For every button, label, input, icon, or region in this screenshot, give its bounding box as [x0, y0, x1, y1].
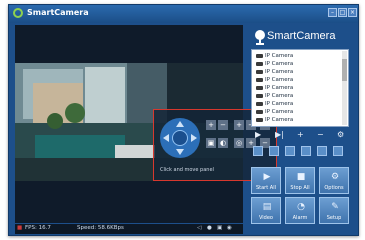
scrollbar-thumb[interactable]: [342, 59, 347, 81]
list-item[interactable]: IP Camera: [256, 116, 293, 124]
play-button[interactable]: ▶: [255, 130, 261, 139]
layout-6-button[interactable]: [285, 146, 295, 156]
minimize-button[interactable]: –: [328, 8, 337, 17]
video-icon: ▤: [262, 202, 272, 212]
direction-pad[interactable]: [160, 118, 200, 158]
patrol-icon[interactable]: ◐: [218, 138, 228, 148]
status-bar: ■ FPS: 16.7 Speed: 58.6KBps ◁ ● ▣ ◉: [15, 224, 243, 234]
options-button[interactable]: ⚙ Options: [319, 167, 349, 194]
arrow-right-icon[interactable]: [191, 134, 197, 142]
list-item[interactable]: IP Camera: [256, 100, 293, 108]
list-item[interactable]: IP Camera: [256, 52, 293, 60]
app-title: SmartCamera: [27, 8, 89, 17]
stop-all-button[interactable]: ■ Stop All: [285, 167, 315, 194]
list-item[interactable]: IP Camera: [256, 92, 293, 100]
alarm-button[interactable]: ◔ Alarm: [285, 197, 315, 224]
video-button[interactable]: ▤ Video: [251, 197, 281, 224]
app-logo-icon: [13, 8, 23, 18]
start-all-icon: ▶: [263, 172, 271, 182]
settings-icon[interactable]: ⚙: [337, 130, 344, 139]
scrollbar[interactable]: [342, 51, 347, 125]
ptz-center-button[interactable]: [172, 130, 188, 146]
alarm-icon: ◔: [297, 202, 305, 212]
camera-icon: [256, 109, 263, 114]
zoom-out-button[interactable]: −: [218, 120, 228, 130]
volume-icon[interactable]: ◁: [197, 225, 201, 231]
camera-list[interactable]: IP Camera IP Camera IP Camera IP Camera …: [251, 49, 349, 127]
layout-selector: [251, 146, 349, 158]
brand-name: SmartCamera: [267, 30, 336, 42]
ptz-hint-text: Click and move panel: [160, 167, 214, 173]
arrow-left-icon[interactable]: [163, 134, 169, 142]
app-window: SmartCamera – □ × + − + ▣ ◐ ◎ + − Click …: [8, 4, 359, 236]
snapshot-icon[interactable]: ▣: [217, 225, 222, 231]
right-panel: SmartCamera IP Camera IP Camera IP Camer…: [245, 23, 355, 233]
arrow-up-icon[interactable]: [176, 121, 184, 127]
layout-9-button[interactable]: [301, 146, 311, 156]
list-item[interactable]: IP Camera: [256, 84, 293, 92]
camera-icon: [256, 53, 263, 58]
camera-icon: [256, 85, 263, 90]
start-all-button[interactable]: ▶ Start All: [251, 167, 281, 194]
list-item[interactable]: IP Camera: [256, 76, 293, 84]
fps-readout: FPS: 16.7: [25, 225, 51, 231]
layout-16-button[interactable]: [317, 146, 327, 156]
arrow-down-icon[interactable]: [176, 149, 184, 155]
record-toggle-icon[interactable]: ●: [207, 225, 212, 231]
focus-in-button[interactable]: +: [234, 120, 244, 130]
title-bar: SmartCamera – □ ×: [9, 5, 358, 23]
list-item[interactable]: IP Camera: [256, 108, 293, 116]
camera-icon: [256, 61, 263, 66]
speed-readout: Speed: 58.6KBps: [77, 225, 124, 231]
options-icon: ⚙: [330, 172, 340, 182]
add-camera-button[interactable]: +: [297, 130, 304, 139]
camera-icon: [256, 93, 263, 98]
preset-icon[interactable]: ▣: [206, 138, 216, 148]
remove-camera-button[interactable]: −: [317, 130, 324, 139]
list-item[interactable]: IP Camera: [256, 68, 293, 76]
layout-1-button[interactable]: [253, 146, 263, 156]
camera-icon: [256, 69, 263, 74]
layout-4-button[interactable]: [269, 146, 279, 156]
video-view[interactable]: + − + − R ▣ ◐ ◎ + − Click and move panel: [15, 25, 277, 223]
speed-icon[interactable]: ◎: [234, 138, 244, 148]
close-button[interactable]: ×: [348, 8, 357, 17]
list-item[interactable]: IP Camera: [256, 60, 293, 68]
maximize-button[interactable]: □: [338, 8, 347, 17]
layout-full-button[interactable]: [333, 146, 343, 156]
camera-icon: [256, 117, 263, 122]
setup-icon: ✎: [331, 202, 339, 212]
zoom-in-button[interactable]: +: [206, 120, 216, 130]
record-icon: ■: [17, 225, 23, 231]
fullscreen-icon[interactable]: ◉: [227, 225, 232, 231]
stop-all-icon: ■: [296, 172, 306, 182]
next-button[interactable]: ▶|: [275, 130, 284, 139]
camera-control-row: ▶ ▶| + − ⚙: [251, 130, 349, 141]
setup-button[interactable]: ✎ Setup: [319, 197, 349, 224]
camera-brand-icon: [255, 30, 265, 45]
camera-icon: [256, 77, 263, 82]
camera-icon: [256, 101, 263, 106]
